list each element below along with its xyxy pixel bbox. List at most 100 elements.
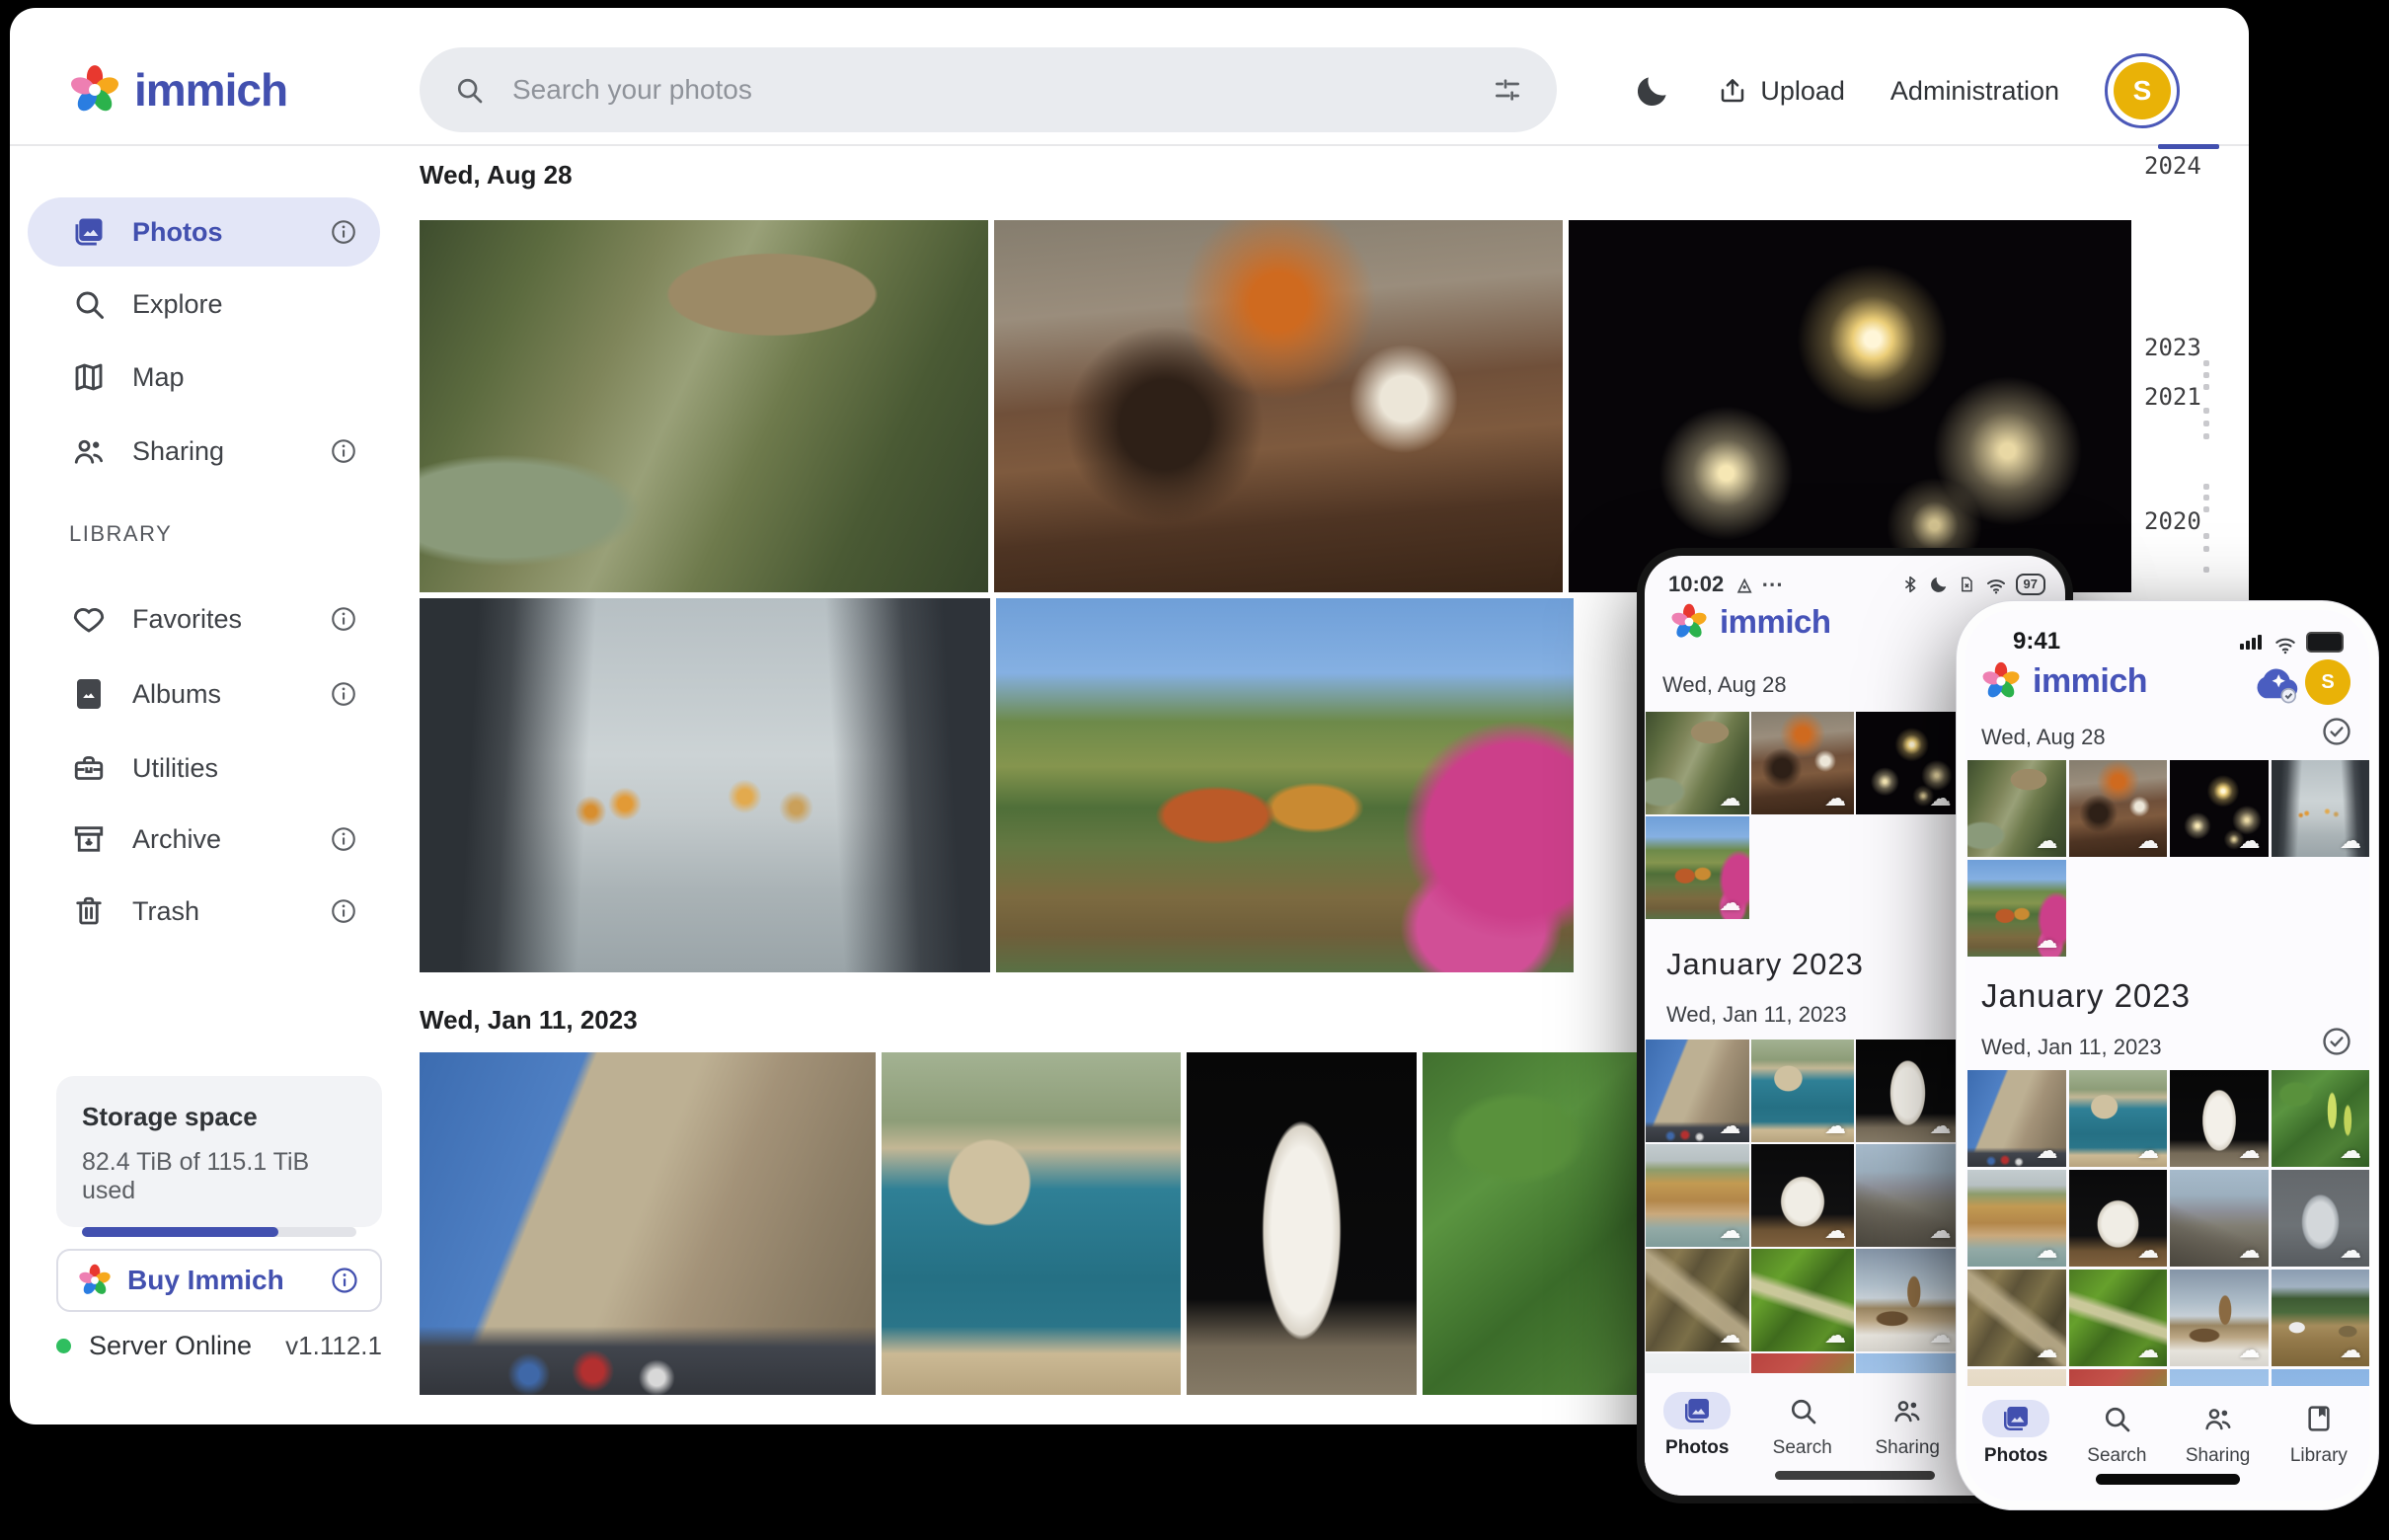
- select-all-check-icon[interactable]: [2320, 715, 2353, 748]
- info-icon[interactable]: [329, 679, 358, 709]
- photo-castle[interactable]: [420, 1052, 876, 1395]
- home-indicator[interactable]: [2096, 1474, 2240, 1485]
- library-section-heading: LIBRARY: [69, 521, 172, 547]
- backup-cloud-icon[interactable]: [2252, 661, 2303, 705]
- info-icon[interactable]: [329, 436, 358, 466]
- nav-photos[interactable]: Photos: [1645, 1382, 1750, 1496]
- photo-sky2[interactable]: ☁: [2272, 1369, 2370, 1386]
- buy-immich-label: Buy Immich: [127, 1265, 284, 1296]
- photo-hands[interactable]: ☁: [2272, 760, 2370, 857]
- photo-bust[interactable]: ☁: [2170, 1070, 2269, 1167]
- photo-sky[interactable]: ☁: [1856, 1353, 1960, 1373]
- photo-hands[interactable]: [420, 598, 990, 972]
- photo-lizard2[interactable]: ☁: [2069, 1270, 2168, 1366]
- nav-photos[interactable]: Photos: [1965, 1390, 2066, 1501]
- info-icon[interactable]: [329, 896, 358, 926]
- photo-monkeys[interactable]: ☁: [1967, 760, 2066, 857]
- photo-ruins[interactable]: ☁: [1856, 1144, 1960, 1247]
- photo-beach[interactable]: ☁: [1967, 1170, 2066, 1267]
- photo-bust[interactable]: ☁: [1856, 1040, 1960, 1142]
- cloud-backup-icon: ☁: [1930, 789, 1952, 810]
- photo-cake[interactable]: ☁: [1751, 1353, 1855, 1373]
- cloud-backup-icon: ☁: [2137, 1241, 2159, 1263]
- nav-label: Search: [1773, 1437, 1832, 1459]
- info-icon[interactable]: [329, 1265, 360, 1296]
- timeline-year-2020[interactable]: 2020: [2144, 507, 2207, 535]
- photo-beach[interactable]: ☁: [1646, 1144, 1749, 1247]
- photo-path[interactable]: [996, 598, 1574, 972]
- sidebar-item-utilities[interactable]: Utilities: [28, 733, 380, 803]
- cloud-backup-icon: ☁: [1720, 789, 1741, 810]
- photo-church[interactable]: ☁: [2170, 1270, 2269, 1366]
- photo-fireworks[interactable]: ☁: [1856, 712, 1960, 814]
- photo-dinner[interactable]: [994, 220, 1563, 592]
- sidebar-item-explore[interactable]: Explore: [28, 270, 380, 339]
- timeline-year-2023[interactable]: 2023: [2144, 334, 2207, 361]
- month-header: January 2023: [1981, 977, 2191, 1015]
- photo-coast[interactable]: [882, 1052, 1181, 1395]
- nav-library[interactable]: Library: [2269, 1390, 2369, 1501]
- photo-sculpture[interactable]: ☁: [2069, 1170, 2168, 1267]
- search-input[interactable]: [510, 73, 1466, 107]
- photo-snow[interactable]: ☁: [1646, 1353, 1749, 1373]
- search-bar[interactable]: [420, 47, 1557, 132]
- photo-dinner[interactable]: ☁: [1751, 712, 1855, 814]
- sidebar-item-label: Explore: [132, 289, 223, 320]
- photo-fireworks[interactable]: ☁: [2170, 760, 2269, 857]
- sidebar-item-archive[interactable]: Archive: [28, 805, 380, 874]
- info-icon[interactable]: [329, 217, 358, 247]
- sidebar-item-albums[interactable]: Albums: [28, 659, 380, 729]
- photo-lizard1[interactable]: ☁: [1967, 1270, 2066, 1366]
- sidebar-item-map[interactable]: Map: [28, 343, 380, 412]
- user-avatar[interactable]: S: [2305, 659, 2350, 705]
- trash-icon: [71, 893, 107, 929]
- photo-monkeys[interactable]: [420, 220, 988, 592]
- timeline-dot: [2203, 384, 2209, 390]
- home-indicator[interactable]: [1775, 1471, 1935, 1480]
- user-avatar[interactable]: S: [2105, 53, 2180, 128]
- photo-sand[interactable]: ☁: [1967, 1369, 2066, 1386]
- photo-path[interactable]: ☁: [1967, 860, 2066, 957]
- photo-silver[interactable]: ☁: [2272, 1170, 2370, 1267]
- photo-sky[interactable]: ☁: [2170, 1369, 2269, 1386]
- buy-immich-button[interactable]: Buy Immich: [56, 1249, 382, 1312]
- sidebar-item-trash[interactable]: Trash: [28, 877, 380, 946]
- photo-sculpture[interactable]: ☁: [1751, 1144, 1855, 1247]
- storage-usage: 82.4 TiB of 115.1 TiB used: [82, 1148, 356, 1205]
- photo-farm[interactable]: ☁: [2272, 1270, 2370, 1366]
- photo-coast[interactable]: ☁: [1751, 1040, 1855, 1142]
- nav-label: Photos: [1665, 1437, 1729, 1459]
- photo-church[interactable]: ☁: [1856, 1249, 1960, 1351]
- timeline-year-2021[interactable]: 2021: [2144, 383, 2207, 411]
- timeline-year-2024[interactable]: 2024: [2144, 152, 2207, 180]
- photo-coast[interactable]: ☁: [2069, 1070, 2168, 1167]
- photo-cake[interactable]: ☁: [2069, 1369, 2168, 1386]
- photo-fireworks[interactable]: [1569, 220, 2131, 592]
- photo-lizard2[interactable]: ☁: [1751, 1249, 1855, 1351]
- administration-link[interactable]: Administration: [1890, 76, 2059, 107]
- photo-castle[interactable]: ☁: [1967, 1070, 2066, 1167]
- cloud-backup-icon: ☁: [1720, 893, 1741, 915]
- photo-grapes[interactable]: ☁: [2272, 1070, 2370, 1167]
- photo-ruins[interactable]: ☁: [2170, 1170, 2269, 1267]
- photo-lizard1[interactable]: ☁: [1646, 1249, 1749, 1351]
- header-divider: [10, 144, 2249, 146]
- photo-monkeys[interactable]: ☁: [1646, 712, 1749, 814]
- info-icon[interactable]: [329, 604, 358, 634]
- info-icon[interactable]: [329, 824, 358, 854]
- photo-castle[interactable]: ☁: [1646, 1040, 1749, 1142]
- photo-dinner[interactable]: ☁: [2069, 760, 2168, 857]
- cloud-backup-icon: ☁: [1824, 1221, 1846, 1243]
- overflow-icon: ⋯: [1761, 572, 1783, 597]
- sidebar-item-favorites[interactable]: Favorites: [28, 584, 380, 654]
- photo-bust[interactable]: [1187, 1052, 1417, 1395]
- sidebar-item-photos[interactable]: Photos: [28, 197, 380, 267]
- filter-icon[interactable]: [1492, 74, 1523, 106]
- immich-logo[interactable]: immich: [69, 63, 287, 116]
- sidebar-item-sharing[interactable]: Sharing: [28, 417, 380, 486]
- upload-button[interactable]: Upload: [1717, 75, 1845, 107]
- select-all-check-icon[interactable]: [2320, 1025, 2353, 1058]
- timeline-active-bar[interactable]: [2158, 144, 2219, 149]
- dark-mode-toggle-icon[interactable]: [1634, 72, 1671, 110]
- photo-path[interactable]: ☁: [1646, 816, 1749, 919]
